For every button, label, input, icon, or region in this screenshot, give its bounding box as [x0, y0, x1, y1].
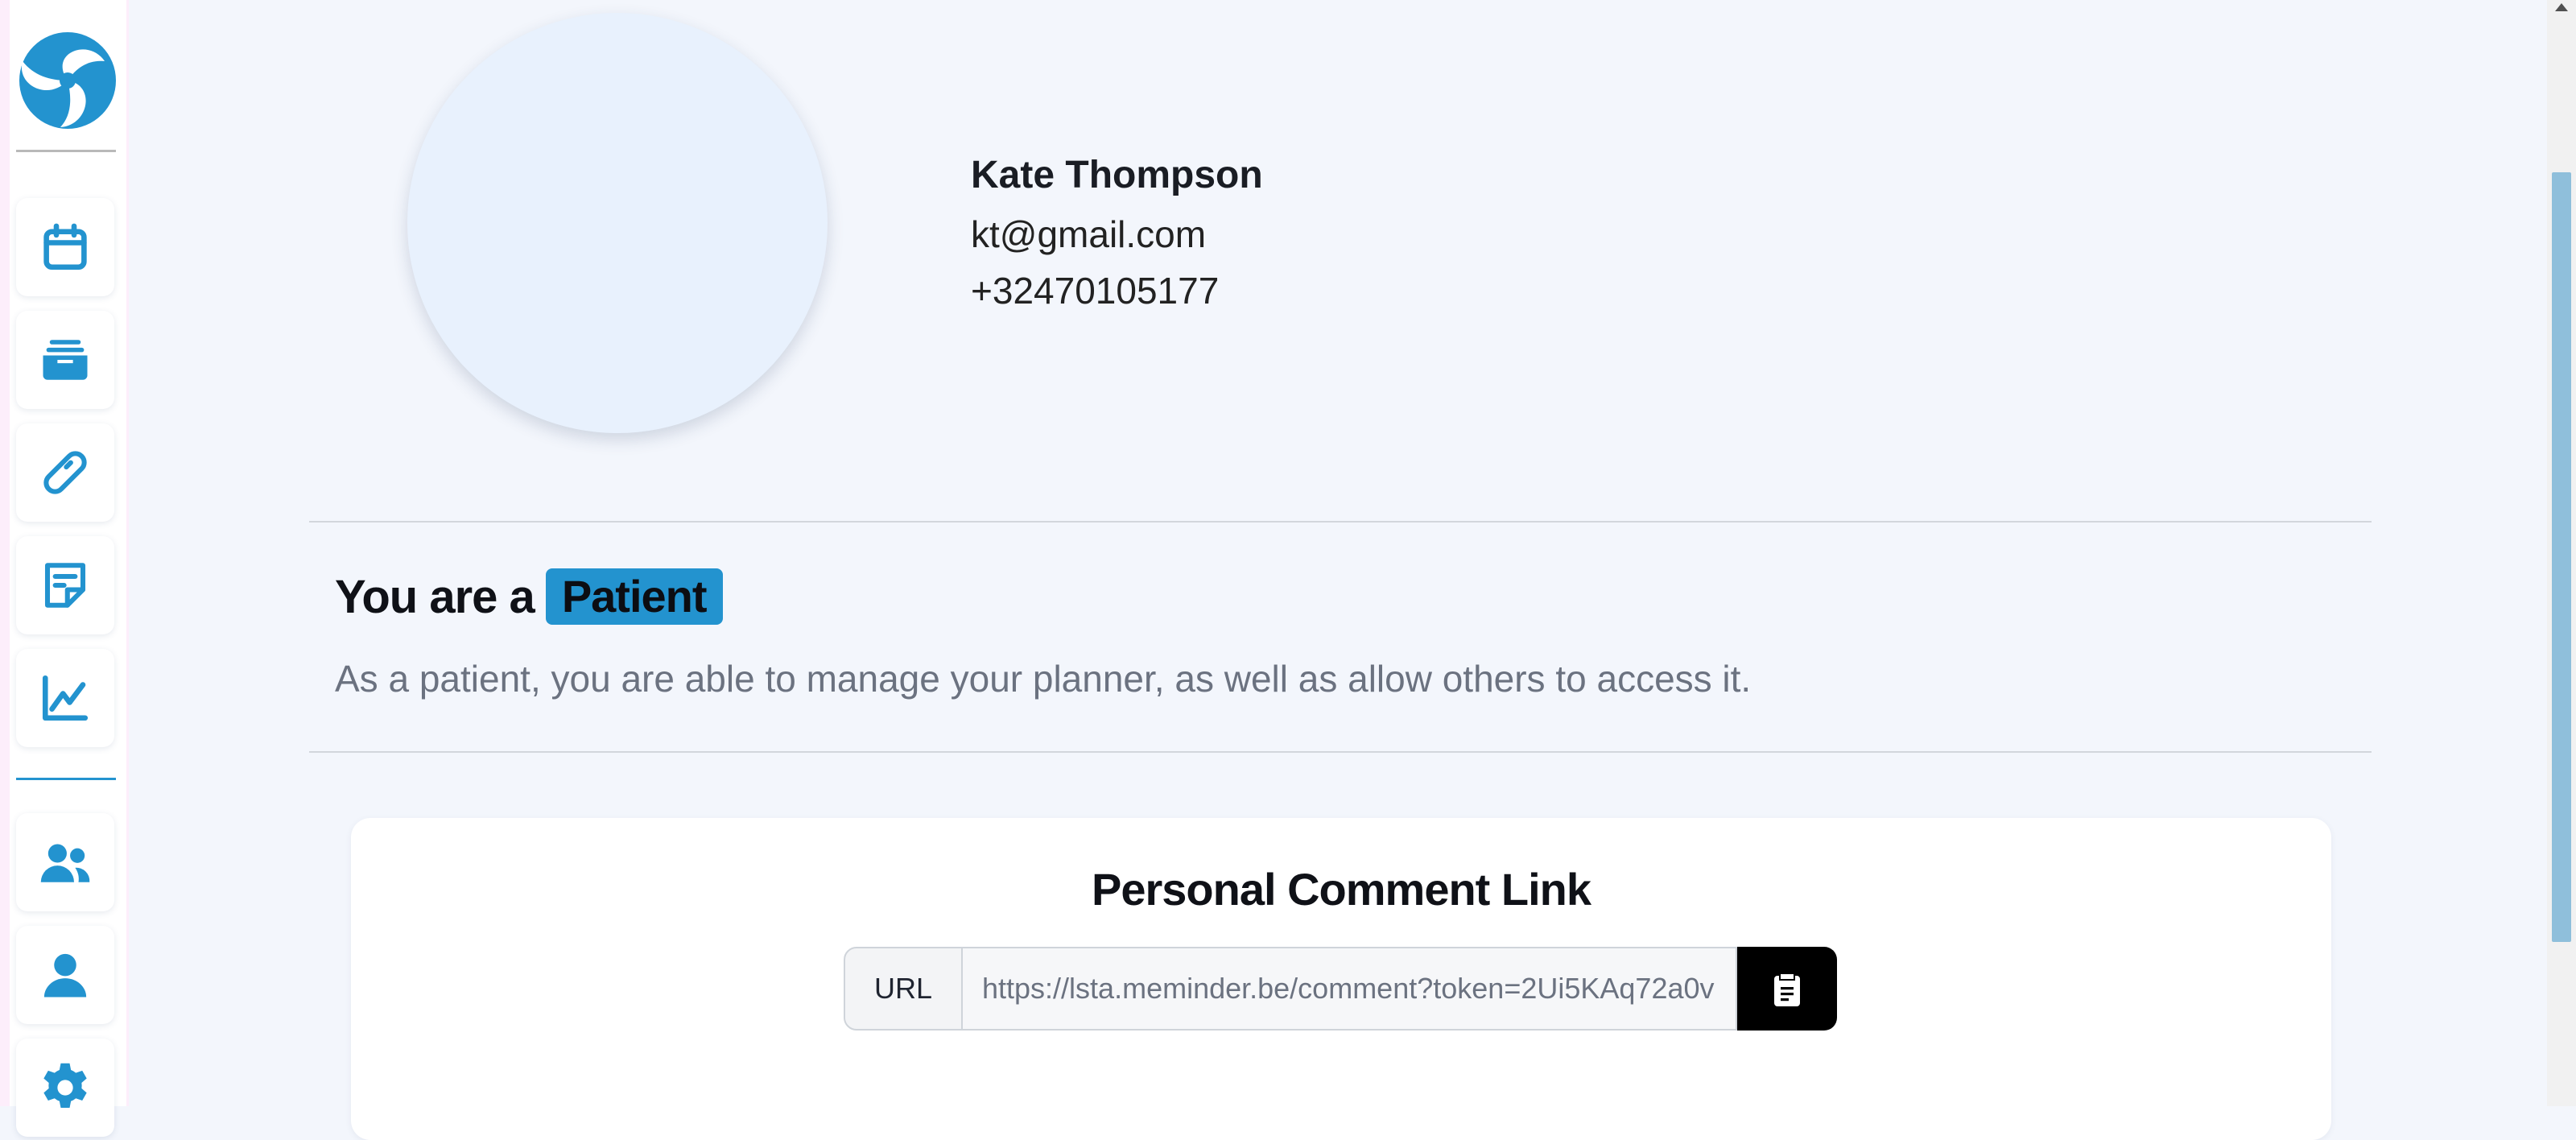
main-content: Kate Thompson kt@gmail.com +32470105177 …: [129, 0, 2547, 1140]
vertical-scrollbar[interactable]: [2547, 0, 2576, 1106]
role-badge: Patient: [545, 568, 723, 625]
comment-link-card: Personal Comment Link URL https://lsta.m…: [351, 818, 2331, 1140]
users-icon: [40, 844, 90, 882]
sidebar-divider: [16, 778, 116, 780]
user-icon: [43, 953, 87, 998]
note-icon: [44, 563, 86, 608]
section-divider: [309, 751, 2372, 753]
profile-email: kt@gmail.com: [971, 213, 1207, 255]
sidebar-item-contacts[interactable]: [16, 813, 114, 911]
section-divider: [309, 521, 2372, 522]
role-heading: You are a Patient: [335, 568, 723, 625]
pill-icon: [43, 451, 87, 494]
sidebar-item-calendar[interactable]: [16, 198, 114, 296]
sidebar-item-profile[interactable]: [16, 926, 114, 1024]
calendar-icon: [43, 223, 87, 271]
profile-phone: +32470105177: [971, 270, 1220, 312]
sidebar-item-settings[interactable]: [16, 1039, 114, 1137]
sidebar-item-medication[interactable]: [16, 423, 114, 522]
comment-url-field[interactable]: https://lsta.meminder.be/comment?token=2…: [963, 947, 1737, 1031]
role-heading-prefix: You are a: [335, 570, 535, 623]
sidebar-item-inbox[interactable]: [16, 311, 114, 409]
scrollbar-thumb[interactable]: [2552, 172, 2571, 942]
sidebar-item-statistics[interactable]: [16, 649, 114, 747]
sidebar-item-notes[interactable]: [16, 536, 114, 634]
inbox-icon: [43, 340, 88, 380]
role-description: As a patient, you are able to manage you…: [335, 658, 1752, 700]
sidebar-divider: [16, 150, 116, 152]
card-title: Personal Comment Link: [1091, 864, 1591, 915]
clipboard-icon: [1774, 974, 1800, 1006]
sidebar: [0, 0, 129, 1137]
url-input-group: URL https://lsta.meminder.be/comment?tok…: [844, 947, 1837, 1031]
copy-link-button[interactable]: [1737, 947, 1837, 1031]
gear-icon: [43, 1063, 87, 1109]
profile-name: Kate Thompson: [971, 154, 1263, 196]
orbit-logo-icon[interactable]: [16, 29, 119, 132]
chart-line-icon: [42, 675, 89, 721]
scroll-up-icon[interactable]: [2555, 3, 2568, 11]
url-label: URL: [844, 947, 963, 1031]
avatar[interactable]: [407, 13, 828, 433]
